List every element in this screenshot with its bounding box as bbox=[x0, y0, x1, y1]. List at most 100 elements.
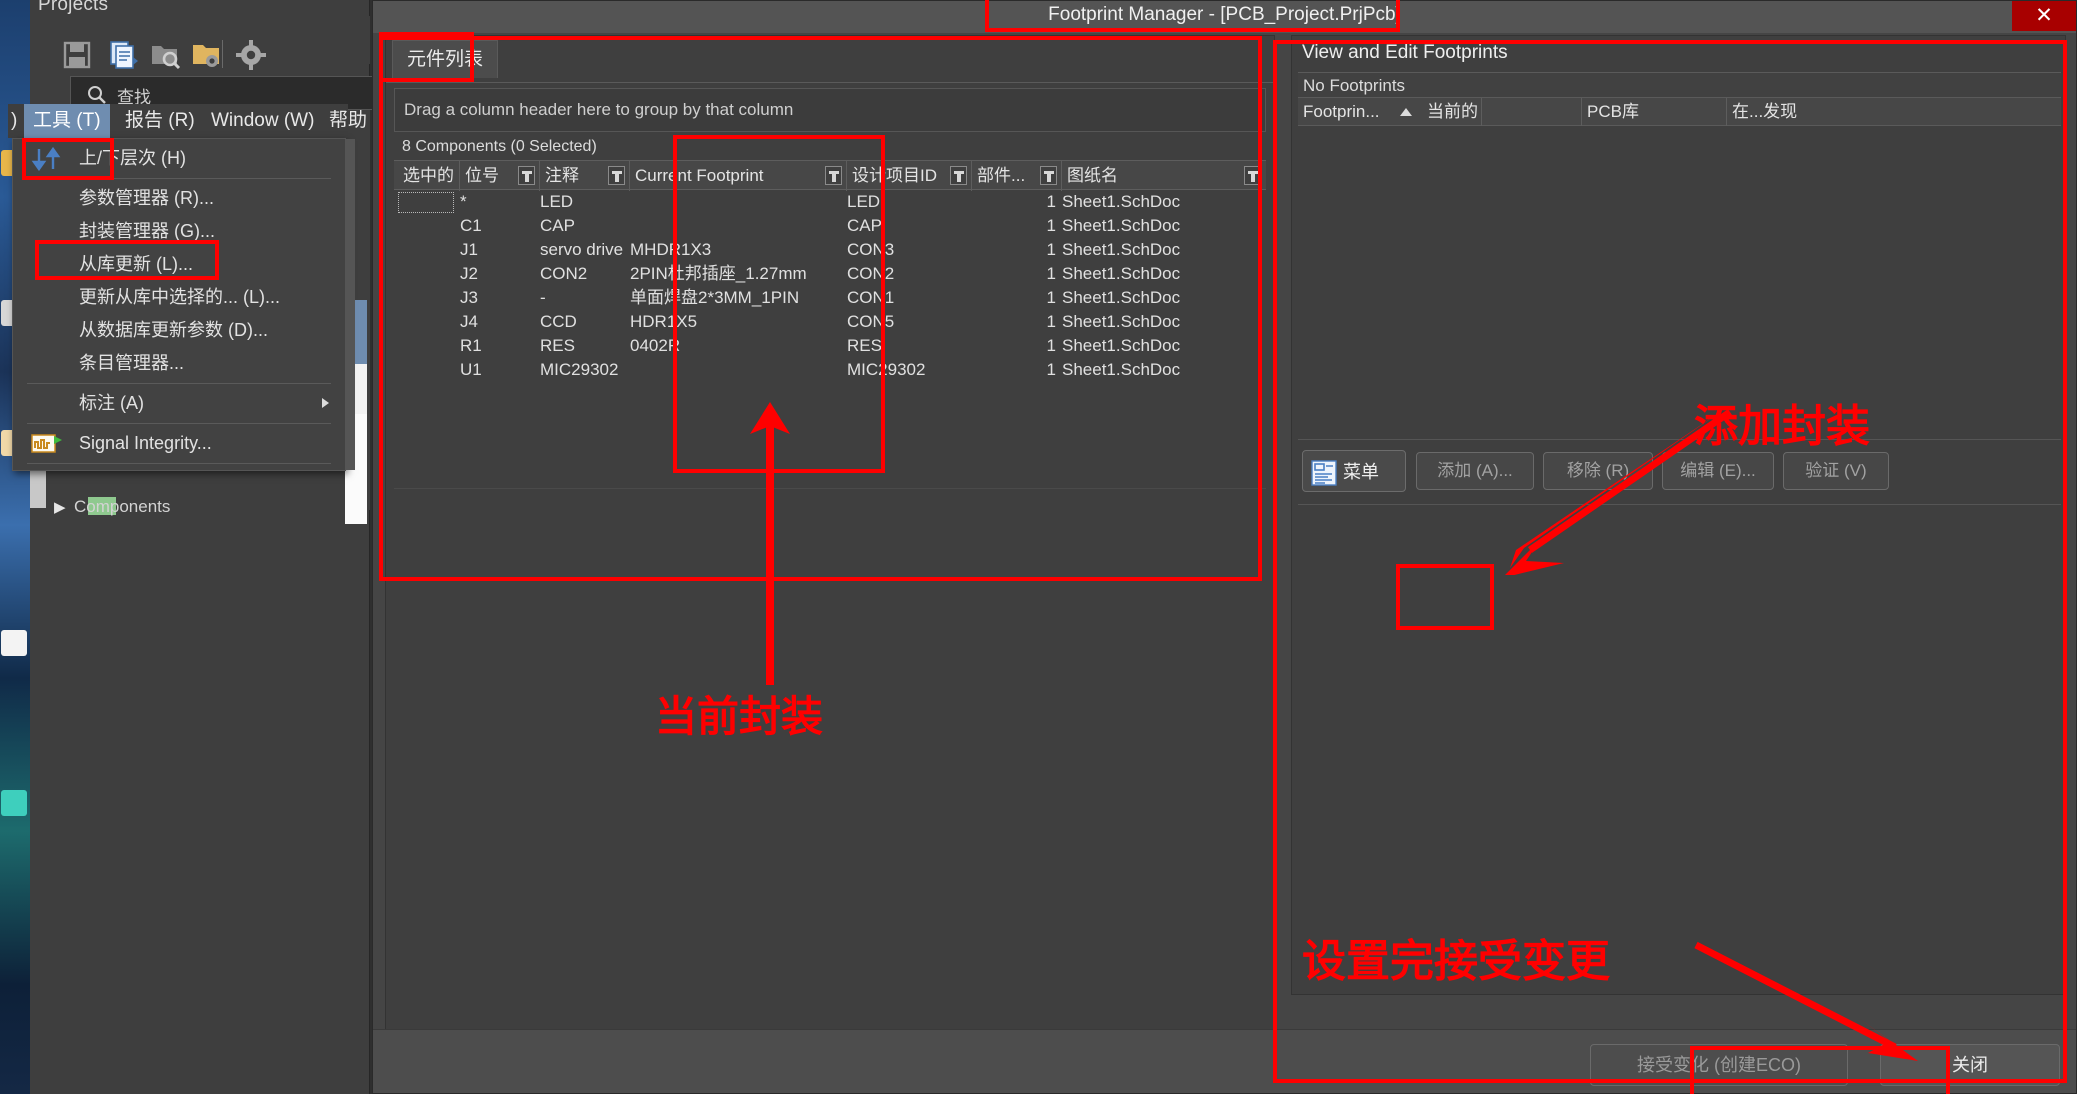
cell-sheet: Sheet1.SchDoc bbox=[1062, 360, 1181, 379]
cell-footprint bbox=[630, 358, 847, 382]
cell-footprint bbox=[630, 214, 847, 238]
menu-bar-item-window[interactable]: Window (W) bbox=[202, 104, 323, 138]
cell-sheet: Sheet1.SchDoc bbox=[1062, 192, 1181, 211]
column-header-footprint[interactable]: Footprin... bbox=[1298, 98, 1398, 126]
menu-item-label: 条目管理器... bbox=[79, 353, 185, 373]
menu-item-update-params-from-database[interactable]: 从数据库更新参数 (D)... bbox=[13, 314, 345, 347]
cell-sheet: Sheet1.SchDoc bbox=[1062, 240, 1181, 259]
menu-bar-item-reports[interactable]: 报告 (R) bbox=[116, 104, 204, 138]
desktop-icon[interactable] bbox=[1, 630, 27, 656]
projects-panel-title: Projects bbox=[38, 0, 109, 15]
table-row[interactable]: J2 CON2 2PIN杜邦插座_1.27mm CON2 1 Sheet1.SchDoc bbox=[394, 262, 1266, 286]
filter-icon-current-footprint[interactable] bbox=[825, 166, 842, 185]
footprints-table-header: Footprin... 当前的 PCB库 在...发现 bbox=[1298, 98, 2061, 126]
menu-bar-item-tools[interactable]: 工具 (T) bbox=[24, 104, 110, 138]
documents-icon[interactable] bbox=[106, 38, 140, 72]
footprints-pane-title: View and Edit Footprints bbox=[1302, 42, 1508, 63]
cell-footprint: MHDR1X3 bbox=[630, 240, 712, 259]
menu-item-signal-integrity[interactable]: Signal Integrity... bbox=[13, 427, 345, 460]
cell-part: 1 bbox=[1046, 288, 1056, 307]
cell-designator: J1 bbox=[460, 240, 478, 259]
desktop-icon[interactable] bbox=[1, 790, 27, 816]
cell-comment: MIC29302 bbox=[540, 360, 619, 379]
folder-settings-icon[interactable] bbox=[190, 38, 224, 72]
folder-search-icon[interactable] bbox=[148, 38, 182, 72]
dialog-title-bar[interactable]: Footprint Manager - [PCB_Project.PrjPcb]… bbox=[373, 1, 2076, 33]
menu-item-parameter-manager[interactable]: 参数管理器 (R)... bbox=[13, 182, 345, 215]
component-count-label: 8 Components (0 Selected) bbox=[394, 134, 1266, 160]
column-header-selected[interactable]: 选中的 bbox=[398, 161, 460, 191]
table-row[interactable]: J1 servo drive MHDR1X3 CON3 1 Sheet1.SchDoc bbox=[394, 238, 1266, 262]
footprints-menu-button[interactable]: 菜单 (M) bbox=[1302, 450, 1406, 524]
remove-footprint-button[interactable]: 移除 (R) bbox=[1543, 452, 1653, 490]
column-header-current-footprint[interactable]: Current Footprint bbox=[630, 161, 847, 191]
table-row[interactable]: U1 MIC29302 MIC29302 1 Sheet1.SchDoc bbox=[394, 358, 1266, 382]
cell-footprint bbox=[630, 190, 847, 214]
menu-bar-item-fuzzy[interactable]: ) bbox=[2, 104, 26, 138]
tab-component-list[interactable]: 元件列表 bbox=[392, 40, 499, 78]
cell-libref: CON3 bbox=[847, 240, 895, 259]
menu-item-label: 上/下层次 (H) bbox=[79, 148, 186, 168]
save-icon[interactable] bbox=[60, 38, 94, 72]
add-footprint-button[interactable]: 添加 (A)... bbox=[1416, 452, 1534, 490]
table-row[interactable]: R1 RES 0402R RES 1 Sheet1.SchDoc bbox=[394, 334, 1266, 358]
validate-footprint-button[interactable]: 验证 (V) bbox=[1783, 452, 1889, 490]
menu-item-footprint-manager[interactable]: 封装管理器 (G)... bbox=[13, 215, 345, 248]
menu-separator bbox=[27, 423, 331, 424]
table-row[interactable]: C1 CAP CAP 1 Sheet1.SchDoc bbox=[394, 214, 1266, 238]
footprints-status-label: No Footprints bbox=[1298, 72, 2061, 98]
row-select-checkbox[interactable] bbox=[398, 192, 454, 213]
filter-icon-comment[interactable] bbox=[608, 166, 625, 185]
gear-icon[interactable] bbox=[234, 38, 268, 72]
cell-designator: J4 bbox=[460, 312, 478, 331]
filter-icon-sheet-name[interactable] bbox=[1244, 166, 1261, 185]
table-row[interactable]: * LED LED 1 Sheet1.SchDoc bbox=[394, 190, 1266, 214]
filter-icon-part[interactable] bbox=[1040, 166, 1057, 185]
cell-libref: RES bbox=[847, 336, 882, 355]
dialog-footer: 接受变化 (创建ECO) 关闭 bbox=[373, 1029, 2076, 1093]
cell-footprint: HDR1X5 bbox=[630, 312, 698, 331]
accept-changes-button[interactable]: 接受变化 (创建ECO) bbox=[1590, 1044, 1848, 1086]
filter-icon-designator[interactable] bbox=[518, 166, 535, 185]
tree-expander-icon[interactable]: ▶ bbox=[54, 498, 66, 516]
cell-designator: * bbox=[460, 192, 467, 211]
cell-comment: - bbox=[540, 288, 546, 307]
component-list-pane: 元件列表 Drag a column header here to group … bbox=[385, 35, 1275, 1047]
column-header-pcb-library[interactable]: PCB库 bbox=[1582, 98, 1727, 126]
table-row[interactable]: J4 CCD HDR1X5 CON5 1 Sheet1.SchDoc bbox=[394, 310, 1266, 334]
projects-panel-toolbar bbox=[30, 16, 370, 70]
column-header-spacer[interactable] bbox=[1482, 98, 1582, 126]
menu-item-label: 从库更新 (L)... bbox=[79, 254, 194, 274]
cell-libref: CON2 bbox=[847, 264, 895, 283]
menu-item-label: 封装管理器 (G)... bbox=[79, 221, 215, 241]
up-down-arrows-icon bbox=[31, 147, 61, 171]
tab-underline bbox=[386, 82, 1274, 83]
sort-ascending-icon bbox=[1400, 108, 1412, 116]
menu-item-update-selected-from-libraries[interactable]: 更新从库中选择的... (L)... bbox=[13, 281, 345, 314]
menu-item-annotate[interactable]: 标注 (A) bbox=[13, 387, 345, 420]
cell-comment: CCD bbox=[540, 312, 577, 331]
cell-designator: J3 bbox=[460, 288, 478, 307]
column-header-found-in[interactable]: 在...发现 bbox=[1727, 98, 2061, 126]
menu-item-item-manager[interactable]: 条目管理器... bbox=[13, 347, 345, 380]
cell-part: 1 bbox=[1046, 192, 1056, 211]
menu-separator bbox=[27, 463, 331, 464]
close-button[interactable]: 关闭 bbox=[1880, 1044, 2060, 1086]
column-header-sheet-name[interactable]: 图纸名 bbox=[1062, 161, 1266, 191]
column-header-current[interactable]: 当前的 bbox=[1422, 98, 1482, 126]
menu-scrollbar[interactable] bbox=[345, 139, 355, 470]
table-row[interactable]: J3 - 单面焊盘2*3MM_1PIN CON1 1 Sheet1.SchDoc bbox=[394, 286, 1266, 310]
menu-item-hierarchy[interactable]: 上/下层次 (H) bbox=[13, 142, 345, 175]
cell-sheet: Sheet1.SchDoc bbox=[1062, 216, 1181, 235]
group-by-dropzone[interactable]: Drag a column header here to group by th… bbox=[394, 88, 1266, 132]
component-pane-empty-area bbox=[394, 488, 1266, 1040]
menu-item-update-from-libraries[interactable]: 从库更新 (L)... bbox=[13, 248, 345, 281]
tree-item-components[interactable]: Components bbox=[74, 497, 170, 517]
menu-item-label: Signal Integrity... bbox=[79, 433, 212, 453]
close-icon[interactable]: ✕ bbox=[2012, 1, 2076, 31]
tools-dropdown-menu[interactable]: 上/下层次 (H) 参数管理器 (R)... 封装管理器 (G)... 从库更新… bbox=[12, 138, 355, 471]
cell-designator: J2 bbox=[460, 264, 478, 283]
edit-footprint-button[interactable]: 编辑 (E)... bbox=[1662, 452, 1774, 490]
filter-icon-design-item-id[interactable] bbox=[950, 166, 967, 185]
search-icon bbox=[88, 86, 106, 104]
